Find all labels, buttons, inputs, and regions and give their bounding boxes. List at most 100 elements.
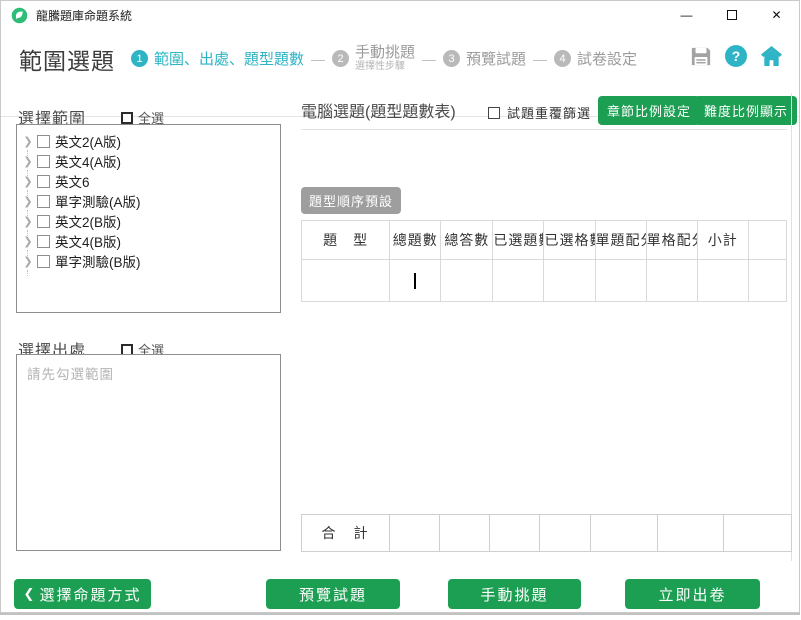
app-logo-icon bbox=[11, 7, 28, 24]
tree-item-eng4b[interactable]: ❯ 英文4(B版) bbox=[21, 231, 276, 251]
tree-item-label: 英文2(A版) bbox=[55, 131, 121, 151]
save-icon[interactable] bbox=[690, 46, 712, 67]
cell-selected-questions[interactable] bbox=[493, 260, 544, 302]
tree-item-vocab-b[interactable]: ❯ 單字測驗(B版) bbox=[21, 251, 276, 271]
total-cell bbox=[440, 515, 490, 552]
tree-item-label: 英文6 bbox=[55, 171, 90, 191]
step-3-number: 3 bbox=[443, 50, 460, 67]
duplicate-filter[interactable]: 試題重覆篩選 bbox=[488, 103, 591, 122]
close-button[interactable]: ✕ bbox=[754, 1, 799, 29]
step-2-manual-pick[interactable]: 2 手動挑題 選擇性步驟 bbox=[332, 45, 415, 73]
expand-chevron-icon[interactable]: ❯ bbox=[21, 235, 35, 248]
step-1-range[interactable]: 1 範圍、出處、題型題數 bbox=[131, 48, 304, 69]
choose-method-back-label: 選擇命題方式 bbox=[39, 584, 141, 605]
total-row: 合 計 bbox=[302, 515, 792, 552]
tree-item-eng2b[interactable]: ❯ 英文2(B版) bbox=[21, 211, 276, 231]
tree-item-label: 英文4(A版) bbox=[55, 151, 121, 171]
source-list-box[interactable]: 請先勾選範圍 bbox=[16, 354, 281, 551]
range-select-all-checkbox[interactable] bbox=[121, 112, 133, 124]
manual-pick-button[interactable]: 手動挑題 bbox=[448, 579, 581, 609]
expand-chevron-icon[interactable]: ❯ bbox=[21, 255, 35, 268]
tree-item-checkbox[interactable] bbox=[37, 175, 50, 188]
step-dash: — bbox=[422, 51, 436, 67]
right-panel-divider bbox=[301, 129, 787, 130]
source-placeholder-text: 請先勾選範圍 bbox=[27, 363, 270, 383]
choose-method-back-button[interactable]: ❮ 選擇命題方式 bbox=[14, 579, 151, 609]
tree-item-eng2a[interactable]: ❯ 英文2(A版) bbox=[21, 131, 276, 151]
total-cell bbox=[658, 515, 724, 552]
cell-selected-blanks[interactable] bbox=[544, 260, 595, 302]
col-header-total-answers: 總答數 bbox=[441, 221, 493, 260]
cell-total-answers[interactable] bbox=[441, 260, 493, 302]
duplicate-filter-label: 試題重覆篩選 bbox=[507, 103, 591, 122]
cell-points-per-blank[interactable] bbox=[646, 260, 697, 302]
difficulty-ratio-button[interactable]: 難度比例顯示 bbox=[695, 96, 797, 125]
titlebar: 龍騰題庫命題系統 — ✕ bbox=[1, 1, 799, 29]
step-2-sublabel: 選擇性步驟 bbox=[355, 61, 415, 72]
col-header-question-type: 題 型 bbox=[302, 221, 390, 260]
tree-item-vocab-a[interactable]: ❯ 單字測驗(A版) bbox=[21, 191, 276, 211]
minimize-button[interactable]: — bbox=[664, 1, 709, 29]
cell-total-questions[interactable] bbox=[390, 260, 441, 302]
cell-subtotal[interactable] bbox=[697, 260, 748, 302]
cell-blank[interactable] bbox=[748, 260, 786, 302]
col-header-points-per-question: 單題配分 bbox=[595, 221, 646, 260]
table-header-row: 題 型 總題數 總答數 已選題數 已選格數 單題配分 單格配分 小計 bbox=[302, 221, 787, 260]
col-header-total-questions: 總題數 bbox=[390, 221, 441, 260]
stepper: 1 範圍、出處、題型題數 — 2 手動挑題 選擇性步驟 — 3 預覽試題 — 4… bbox=[131, 31, 637, 86]
tree-item-checkbox[interactable] bbox=[37, 135, 50, 148]
table-empty-row bbox=[302, 260, 787, 302]
total-cell bbox=[591, 515, 658, 552]
expand-chevron-icon[interactable]: ❯ bbox=[21, 215, 35, 228]
col-header-blank bbox=[748, 221, 786, 260]
tree-item-checkbox[interactable] bbox=[37, 235, 50, 248]
app-title: 龍騰題庫命題系統 bbox=[36, 7, 132, 24]
maximize-button[interactable] bbox=[709, 1, 754, 29]
range-tree: ❯ 英文2(A版) ❯ 英文4(A版) ❯ 英文6 ❯ 單字測驗(A版) ❯ 英… bbox=[16, 124, 281, 313]
step-2-number: 2 bbox=[332, 50, 349, 67]
page-title: 範圍選題 bbox=[19, 42, 115, 76]
total-cell bbox=[540, 515, 591, 552]
expand-chevron-icon[interactable]: ❯ bbox=[21, 135, 35, 148]
duplicate-filter-checkbox[interactable] bbox=[488, 107, 500, 119]
maximize-icon bbox=[727, 10, 737, 20]
tree-item-label: 單字測驗(B版) bbox=[55, 251, 141, 271]
step-1-number: 1 bbox=[131, 50, 148, 67]
tree-item-checkbox[interactable] bbox=[37, 215, 50, 228]
tree-item-checkbox[interactable] bbox=[37, 255, 50, 268]
help-icon[interactable]: ? bbox=[725, 45, 747, 67]
tree-item-label: 單字測驗(A版) bbox=[55, 191, 141, 211]
expand-chevron-icon[interactable]: ❯ bbox=[21, 195, 35, 208]
preview-questions-button[interactable]: 預覽試題 bbox=[266, 579, 400, 609]
total-label-cell: 合 計 bbox=[302, 515, 390, 552]
chevron-left-icon: ❮ bbox=[24, 586, 35, 602]
tree-item-eng4a[interactable]: ❯ 英文4(A版) bbox=[21, 151, 276, 171]
col-header-points-per-blank: 單格配分 bbox=[646, 221, 697, 260]
cell-question-type[interactable] bbox=[302, 260, 390, 302]
tree-item-eng6[interactable]: ❯ 英文6 bbox=[21, 171, 276, 191]
generate-paper-button[interactable]: 立即出卷 bbox=[625, 579, 760, 609]
tree-item-checkbox[interactable] bbox=[37, 155, 50, 168]
expand-chevron-icon[interactable]: ❯ bbox=[21, 155, 35, 168]
tree-item-label: 英文2(B版) bbox=[55, 211, 121, 231]
step-3-label: 預覽試題 bbox=[466, 48, 526, 69]
step-3-preview[interactable]: 3 預覽試題 bbox=[443, 48, 526, 69]
tree-item-checkbox[interactable] bbox=[37, 195, 50, 208]
step-2-label: 手動挑題 bbox=[355, 45, 415, 62]
step-1-label: 範圍、出處、題型題數 bbox=[154, 48, 304, 69]
chapter-ratio-button[interactable]: 章節比例設定 bbox=[598, 96, 700, 125]
type-order-preset-button[interactable]: 題型順序預設 bbox=[301, 187, 401, 214]
header: 範圍選題 1 範圍、出處、題型題數 — 2 手動挑題 選擇性步驟 — 3 預覽試… bbox=[1, 31, 799, 86]
expand-chevron-icon[interactable]: ❯ bbox=[21, 175, 35, 188]
computer-selection-title: 電腦選題(題型題數表) bbox=[301, 98, 456, 122]
app-window: 龍騰題庫命題系統 — ✕ 範圍選題 1 範圍、出處、題型題數 — 2 手動挑題 … bbox=[0, 0, 800, 613]
step-4-label: 試卷設定 bbox=[577, 48, 637, 69]
cell-points-per-question[interactable] bbox=[595, 260, 646, 302]
step-4-number: 4 bbox=[554, 50, 571, 67]
tree-item-label: 英文4(B版) bbox=[55, 231, 121, 251]
question-type-table: 題 型 總題數 總答數 已選題數 已選格數 單題配分 單格配分 小計 bbox=[301, 220, 787, 302]
step-4-paper-settings[interactable]: 4 試卷設定 bbox=[554, 48, 637, 69]
col-header-selected-questions: 已選題數 bbox=[493, 221, 544, 260]
home-icon[interactable] bbox=[760, 45, 783, 67]
col-header-selected-blanks: 已選格數 bbox=[544, 221, 595, 260]
